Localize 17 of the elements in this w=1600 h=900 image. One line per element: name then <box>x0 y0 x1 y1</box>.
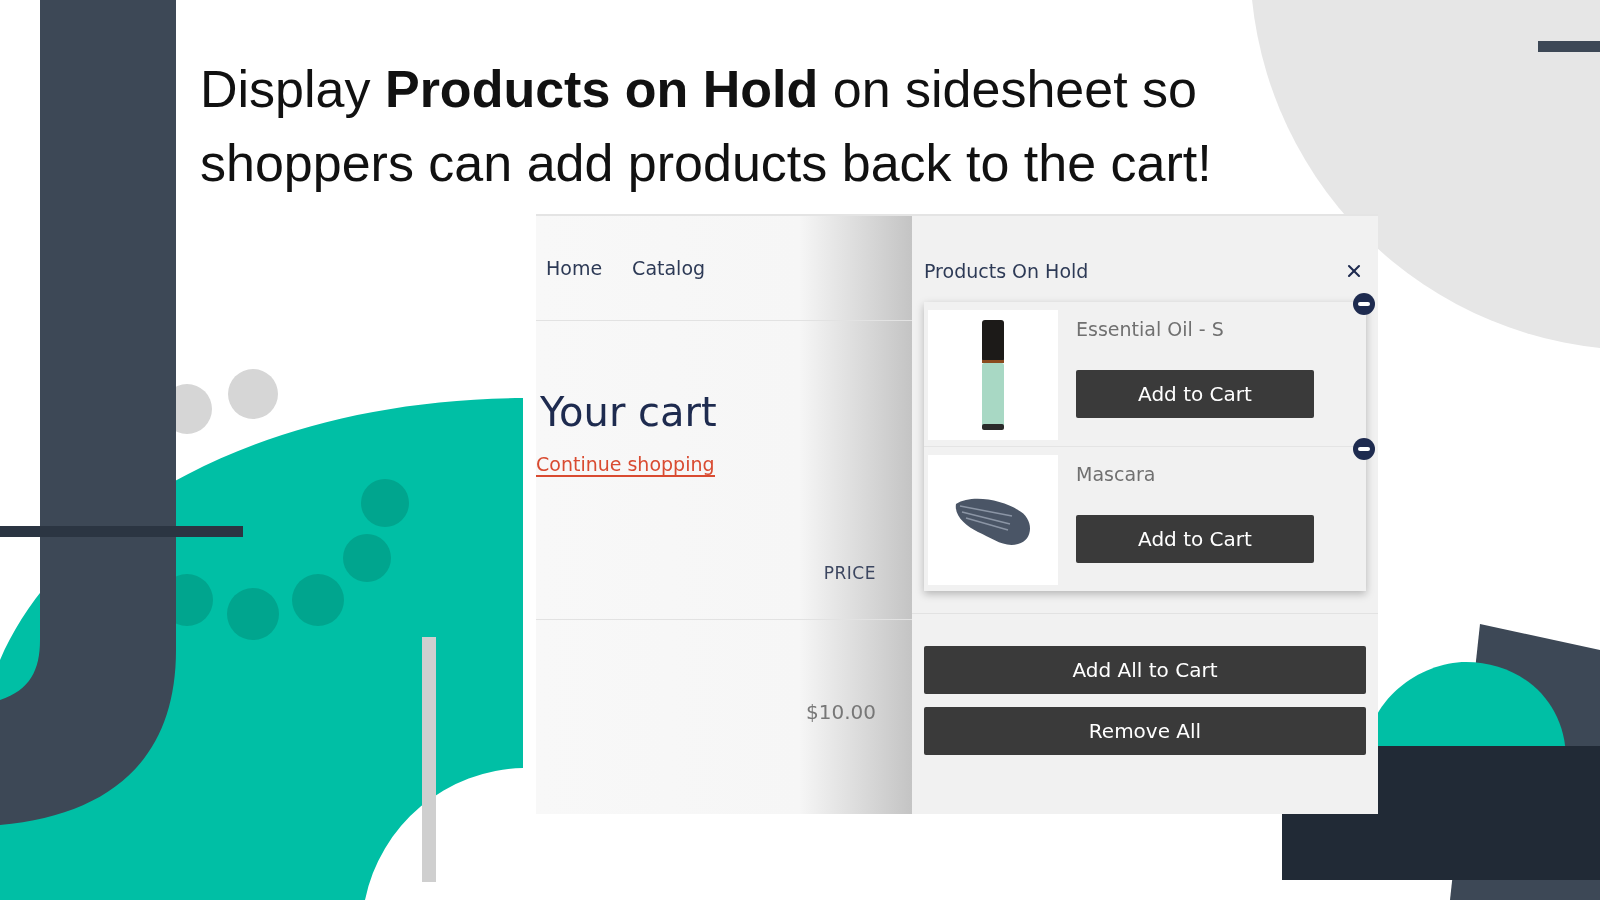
add-all-button[interactable]: Add All to Cart <box>924 646 1366 694</box>
price-header: PRICE <box>823 563 876 583</box>
remove-icon[interactable] <box>1352 437 1376 461</box>
remove-icon[interactable] <box>1352 292 1376 316</box>
nav-link[interactable]: Home <box>546 257 603 279</box>
product-name: Mascara <box>1076 463 1157 485</box>
product-name: Essential Oil - S <box>1076 318 1225 340</box>
headline: Display Products on Hold on sidesheet so shoppers can add products back to the cart! <box>200 59 1213 194</box>
continue-shopping-link[interactable]: Continue shopping <box>536 453 715 477</box>
nav-link[interactable]: Catalog <box>632 257 706 279</box>
remove-all-button[interactable]: Remove All <box>924 707 1366 755</box>
add-to-cart-button[interactable]: Add to Cart <box>1076 515 1314 563</box>
price: $10.00 <box>806 700 876 724</box>
add-to-cart-button[interactable]: Add to Cart <box>1076 370 1314 418</box>
horizontal-bar <box>1538 41 1600 52</box>
cart-title: Your cart <box>540 389 718 435</box>
sheet-title: Products On Hold <box>924 260 1089 282</box>
